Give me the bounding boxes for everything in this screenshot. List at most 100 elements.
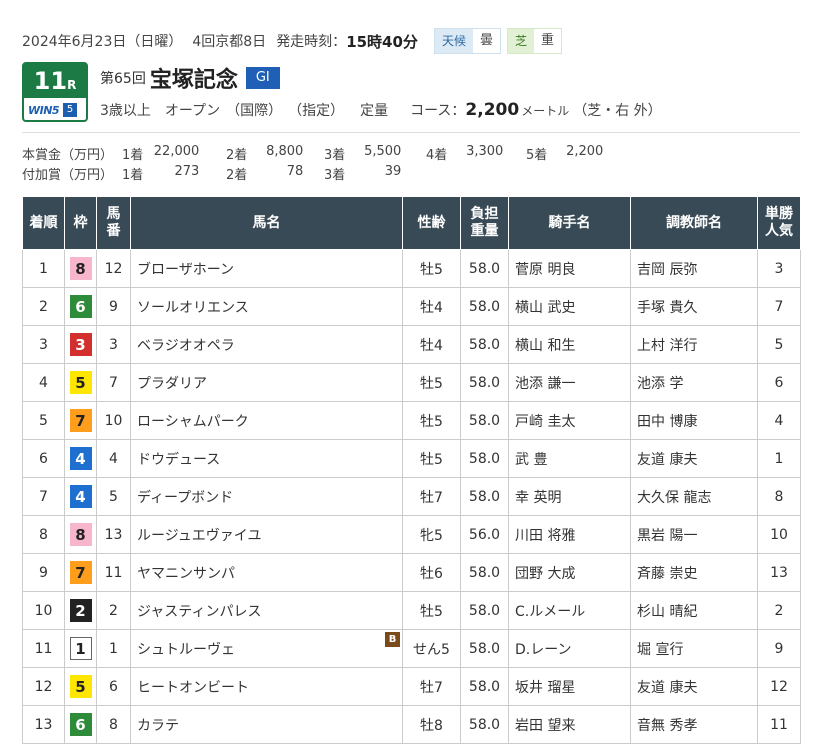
jockey-link[interactable]: 戸崎 圭太 <box>515 414 575 430</box>
trainer-link[interactable]: 杉山 晴紀 <box>637 604 697 620</box>
jockey-cell[interactable]: D.レーン <box>508 629 631 668</box>
jockey-cell[interactable]: 菅原 明良 <box>508 249 631 288</box>
horse-name-link[interactable]: ベラジオオペラ <box>137 338 235 354</box>
horse-name-cell[interactable]: ローシャムパーク <box>130 401 403 440</box>
weight-cell: 58.0 <box>460 287 509 326</box>
horse-name-cell[interactable]: ドウデュース <box>130 439 403 478</box>
jockey-cell[interactable]: 団野 大成 <box>508 553 631 592</box>
trainer-link[interactable]: 音無 秀孝 <box>637 718 697 734</box>
horse-name-link[interactable]: ローシャムパーク <box>137 414 249 430</box>
horse-name-cell[interactable]: ベラジオオペラ <box>130 325 403 364</box>
main-prize-label: 本賞金（万円） <box>22 148 114 163</box>
trainer-cell[interactable]: 田中 博康 <box>630 401 758 440</box>
horse-name-link[interactable]: ルージュエヴァイユ <box>137 528 261 544</box>
trainer-link[interactable]: 吉岡 辰弥 <box>637 262 697 278</box>
horse-name-link[interactable]: ディープボンド <box>137 490 233 506</box>
horse-name-cell[interactable]: ヒートオンビート <box>130 667 403 706</box>
jockey-cell[interactable]: 幸 英明 <box>508 477 631 516</box>
waku-cell: 5 <box>64 363 97 402</box>
col-header-jockey: 騎手名 <box>508 196 631 250</box>
jockey-link[interactable]: 川田 将雅 <box>515 528 575 544</box>
trainer-link[interactable]: 友道 康夫 <box>637 452 697 468</box>
prize-item: 2着 8,800 <box>226 144 324 163</box>
trainer-link[interactable]: 田中 博康 <box>637 414 697 430</box>
trainer-link[interactable]: 上村 洋行 <box>637 338 697 354</box>
horse-name-cell[interactable]: カラテ <box>130 705 403 744</box>
trainer-link[interactable]: 黒岩 陽一 <box>637 528 697 544</box>
horse-name-cell[interactable]: ソールオリエンス <box>130 287 403 326</box>
horse-name-link[interactable]: ヤマニンサンパ <box>137 566 235 582</box>
jockey-link[interactable]: 幸 英明 <box>515 490 561 506</box>
jockey-link[interactable]: 横山 和生 <box>515 338 575 354</box>
trainer-cell[interactable]: 音無 秀孝 <box>630 705 758 744</box>
trainer-cell[interactable]: 堀 宣行 <box>630 629 758 668</box>
trainer-cell[interactable]: 黒岩 陽一 <box>630 515 758 554</box>
jockey-link[interactable]: C.ルメール <box>515 604 585 620</box>
prize-amount: 78 <box>286 164 304 179</box>
horse-name-link[interactable]: プラダリア <box>137 376 207 392</box>
trainer-link[interactable]: 斉藤 崇史 <box>637 566 697 582</box>
table-row: 6 4 4 ドウデュース 牡5 58.0 武 豊 友道 康夫 1 <box>22 439 801 478</box>
trainer-link[interactable]: 友道 康夫 <box>637 680 697 696</box>
jockey-cell[interactable]: 岩田 望来 <box>508 705 631 744</box>
place-cell: 6 <box>22 439 65 478</box>
col-header-trainer: 調教師名 <box>630 196 758 250</box>
trainer-cell[interactable]: 池添 学 <box>630 363 758 402</box>
jockey-link[interactable]: 坂井 瑠星 <box>515 680 575 696</box>
jockey-link[interactable]: 武 豊 <box>515 452 547 468</box>
waku-badge: 7 <box>69 409 92 432</box>
trainer-cell[interactable]: 杉山 晴紀 <box>630 591 758 630</box>
trainer-cell[interactable]: 友道 康夫 <box>630 667 758 706</box>
jockey-cell[interactable]: 横山 武史 <box>508 287 631 326</box>
popularity-cell: 4 <box>757 401 801 440</box>
horse-name-cell[interactable]: ジャスティンパレス <box>130 591 403 630</box>
trainer-cell[interactable]: 斉藤 崇史 <box>630 553 758 592</box>
trainer-link[interactable]: 堀 宣行 <box>637 642 683 658</box>
waku-cell: 5 <box>64 667 97 706</box>
prize-amount: 39 <box>384 164 402 179</box>
trainer-link[interactable]: 大久保 龍志 <box>637 490 711 506</box>
jockey-cell[interactable]: 池添 謙一 <box>508 363 631 402</box>
horse-name-cell[interactable]: ディープボンド <box>130 477 403 516</box>
trainer-cell[interactable]: 大久保 龍志 <box>630 477 758 516</box>
jockey-link[interactable]: 横山 武史 <box>515 300 575 316</box>
trainer-cell[interactable]: 手塚 貴久 <box>630 287 758 326</box>
horse-name-link[interactable]: ジャスティンパレス <box>137 604 261 620</box>
table-row: 12 5 6 ヒートオンビート 牡7 58.0 坂井 瑠星 友道 康夫 12 <box>22 667 801 706</box>
horse-name-cell[interactable]: ルージュエヴァイユ <box>130 515 403 554</box>
horse-name-link[interactable]: ブローザホーン <box>137 262 234 278</box>
jockey-link[interactable]: 菅原 明良 <box>515 262 575 278</box>
horse-name-cell[interactable]: ブローザホーン <box>130 249 403 288</box>
jockey-cell[interactable]: 川田 将雅 <box>508 515 631 554</box>
popularity-cell: 5 <box>757 325 801 364</box>
trainer-link[interactable]: 池添 学 <box>637 376 683 392</box>
horse-name-cell[interactable]: シュトルーヴェ B <box>130 629 403 668</box>
trainer-cell[interactable]: 友道 康夫 <box>630 439 758 478</box>
horse-name-link[interactable]: ドウデュース <box>137 452 220 468</box>
jockey-link[interactable]: 団野 大成 <box>515 566 575 582</box>
horse-name-cell[interactable]: プラダリア <box>130 363 403 402</box>
horse-name-link[interactable]: シュトルーヴェ <box>137 642 235 658</box>
waku-cell: 7 <box>64 401 97 440</box>
jockey-cell[interactable]: C.ルメール <box>508 591 631 630</box>
sex-age-cell: 牡8 <box>402 705 461 744</box>
prize-position: 5着 <box>526 148 548 163</box>
jockey-cell[interactable]: 武 豊 <box>508 439 631 478</box>
jockey-cell[interactable]: 横山 和生 <box>508 325 631 364</box>
trainer-cell[interactable]: 吉岡 辰弥 <box>630 249 758 288</box>
horse-name-cell[interactable]: ヤマニンサンパ <box>130 553 403 592</box>
sex-age-cell: 牡4 <box>402 287 461 326</box>
horse-name-link[interactable]: ソールオリエンス <box>137 300 249 316</box>
trainer-cell[interactable]: 上村 洋行 <box>630 325 758 364</box>
jockey-link[interactable]: 岩田 望来 <box>515 718 575 734</box>
race-number-badge: 11R WIN5 5 <box>22 62 88 122</box>
jockey-link[interactable]: 池添 謙一 <box>515 376 575 392</box>
jockey-cell[interactable]: 坂井 瑠星 <box>508 667 631 706</box>
trainer-link[interactable]: 手塚 貴久 <box>637 300 697 316</box>
popularity-cell: 6 <box>757 363 801 402</box>
horse-name-link[interactable]: カラテ <box>137 718 179 734</box>
jockey-cell[interactable]: 戸崎 圭太 <box>508 401 631 440</box>
jockey-link[interactable]: D.レーン <box>515 642 572 658</box>
horse-name-link[interactable]: ヒートオンビート <box>137 680 249 696</box>
table-row: 5 7 10 ローシャムパーク 牡5 58.0 戸崎 圭太 田中 博康 4 <box>22 401 801 440</box>
